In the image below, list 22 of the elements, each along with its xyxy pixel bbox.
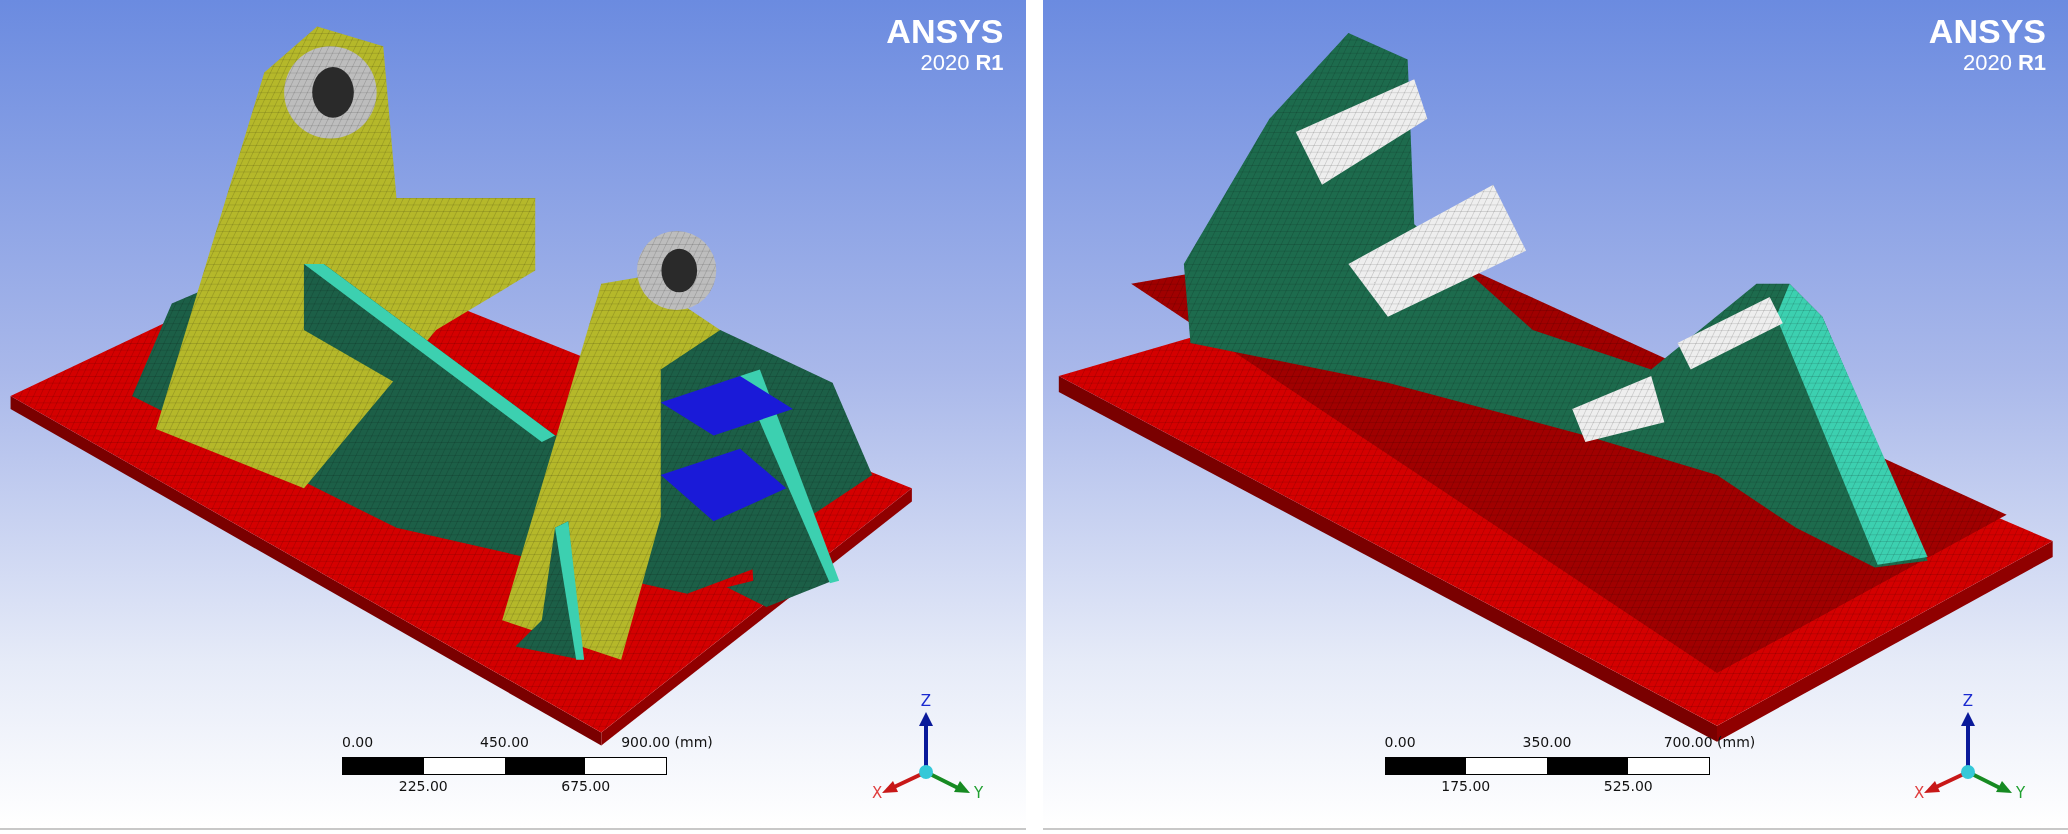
axis-label: Z	[920, 692, 931, 710]
version-year: 2020	[1962, 50, 2012, 76]
scale-label: 225.00	[398, 778, 448, 794]
scale-label: 175.00	[1441, 778, 1491, 794]
scale-label: 350.00	[1522, 734, 1572, 750]
scale-label: 450.00	[480, 734, 529, 750]
axis-label: X	[871, 784, 882, 802]
axis-label: Y	[2016, 784, 2026, 802]
logo-wordmark: ANSYS	[1928, 12, 2046, 50]
scale-label: 675.00	[561, 778, 611, 794]
axis-label: X	[1914, 784, 1925, 802]
axis-label: Y	[973, 784, 983, 802]
logo-wordmark: ANSYS	[886, 12, 1004, 50]
scale-label: 525.00	[1603, 778, 1653, 794]
axis-label: Z	[1962, 692, 1974, 710]
scale-label: 700.00 (mm)	[1663, 734, 1756, 750]
version-year: 2020	[920, 50, 970, 76]
release-label: R1	[975, 50, 1004, 76]
scale-label: 900.00 (mm)	[621, 734, 713, 750]
scale-label: 0.00	[342, 734, 374, 750]
release-label: R1	[2017, 50, 2046, 76]
scale-label: 0.00	[1384, 734, 1416, 750]
